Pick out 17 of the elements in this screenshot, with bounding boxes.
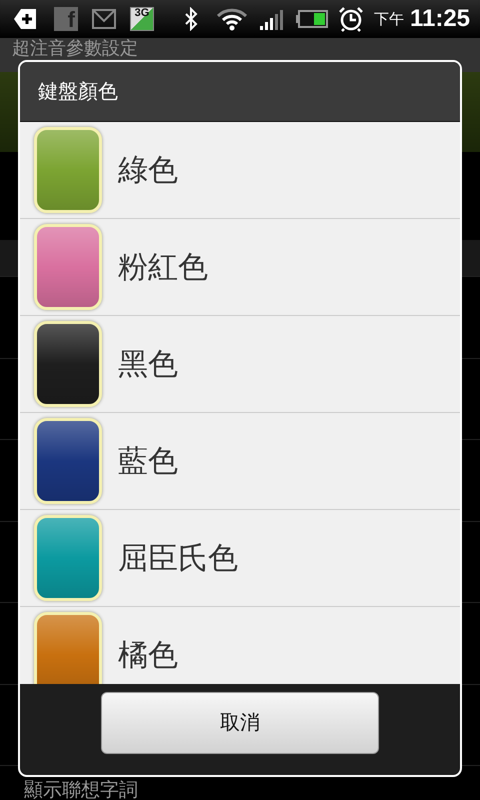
alarm-clock-icon [338,6,364,32]
mail-icon [92,9,116,29]
network-icon: 3G [130,7,154,31]
color-option[interactable]: 屈臣氏色 [20,510,460,607]
color-option[interactable]: 綠色 [20,122,460,219]
cancel-button[interactable]: 取消 [101,692,379,754]
wifi-icon [216,7,248,31]
notification-icon [14,9,36,29]
bluetooth-icon [184,7,198,31]
color-option[interactable]: 黑色 [20,316,460,413]
time-period: 下午 [374,10,404,28]
dialog-title: 鍵盤顏色 [20,62,460,122]
color-option[interactable]: 藍色 [20,413,460,510]
color-option[interactable]: 粉紅色 [20,219,460,316]
facebook-icon: f [54,7,78,31]
battery-icon [296,10,328,28]
clock-time: 11:25 [410,5,470,33]
